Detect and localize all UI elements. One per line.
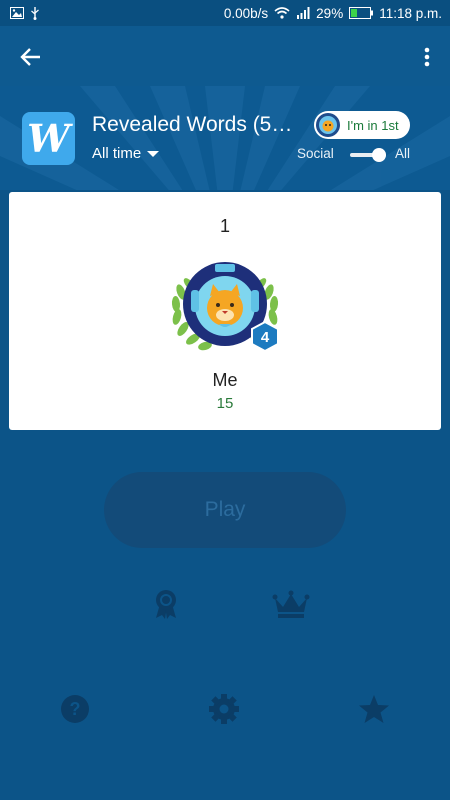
back-button[interactable] bbox=[18, 44, 44, 70]
play-button[interactable]: Play bbox=[104, 472, 346, 548]
app-logo-letter: W bbox=[27, 115, 70, 161]
network-speed: 0.00b/s bbox=[223, 5, 269, 21]
more-vertical-icon bbox=[424, 47, 430, 67]
toggle-social-label: Social bbox=[297, 146, 334, 161]
achievements-button[interactable] bbox=[152, 588, 180, 620]
player-level: 4 bbox=[261, 329, 270, 346]
rate-star-icon bbox=[359, 695, 389, 723]
achievements-ribbon-icon bbox=[156, 590, 176, 619]
signal-icon bbox=[297, 7, 310, 19]
clock: 11:18 p.m. bbox=[379, 5, 442, 21]
toggle-knob bbox=[372, 148, 386, 162]
status-bar: 0.00b/s 29% 11:18 p.m. bbox=[0, 0, 450, 26]
more-options-button[interactable] bbox=[420, 44, 434, 70]
time-filter-dropdown[interactable]: All time bbox=[92, 145, 160, 162]
rate-button[interactable] bbox=[358, 694, 390, 724]
app-bar bbox=[0, 26, 450, 86]
help-button[interactable]: ? bbox=[60, 694, 90, 724]
caret-down-icon bbox=[147, 150, 160, 157]
leaderboard-entry-card[interactable]: 1 4 Me 15 bbox=[9, 192, 441, 430]
battery-percent: 29% bbox=[316, 5, 344, 21]
leaderboard-crown-icon bbox=[272, 590, 310, 618]
toggle-all-label: All bbox=[395, 146, 411, 161]
time-filter-label: All time bbox=[92, 145, 142, 162]
leaderboards-button[interactable] bbox=[272, 590, 310, 620]
wifi-icon bbox=[274, 7, 290, 19]
arrow-left-icon bbox=[20, 48, 40, 66]
svg-text:?: ? bbox=[70, 699, 81, 719]
leaderboard-title: Revealed Words (5… bbox=[92, 113, 293, 136]
leaderboard-header: W Revealed Words (5… All time I'm in 1st… bbox=[0, 86, 450, 190]
usb-icon bbox=[31, 7, 39, 20]
battery-icon bbox=[349, 7, 374, 19]
play-button-label: Play bbox=[204, 498, 246, 521]
my-rank-pill[interactable]: I'm in 1st bbox=[314, 111, 410, 139]
player-score: 15 bbox=[216, 395, 234, 412]
player-avatar-icon bbox=[316, 113, 340, 137]
help-icon: ? bbox=[61, 695, 89, 723]
social-all-toggle[interactable] bbox=[350, 148, 386, 162]
app-logo: W bbox=[22, 112, 75, 165]
image-notification-icon bbox=[10, 7, 24, 19]
rank-number: 1 bbox=[219, 216, 230, 236]
player-name: Me bbox=[212, 370, 238, 390]
my-rank-text: I'm in 1st bbox=[347, 117, 399, 133]
settings-button[interactable] bbox=[208, 693, 240, 725]
settings-gear-icon bbox=[209, 694, 239, 724]
player-avatar-badge: 4 bbox=[171, 262, 279, 353]
